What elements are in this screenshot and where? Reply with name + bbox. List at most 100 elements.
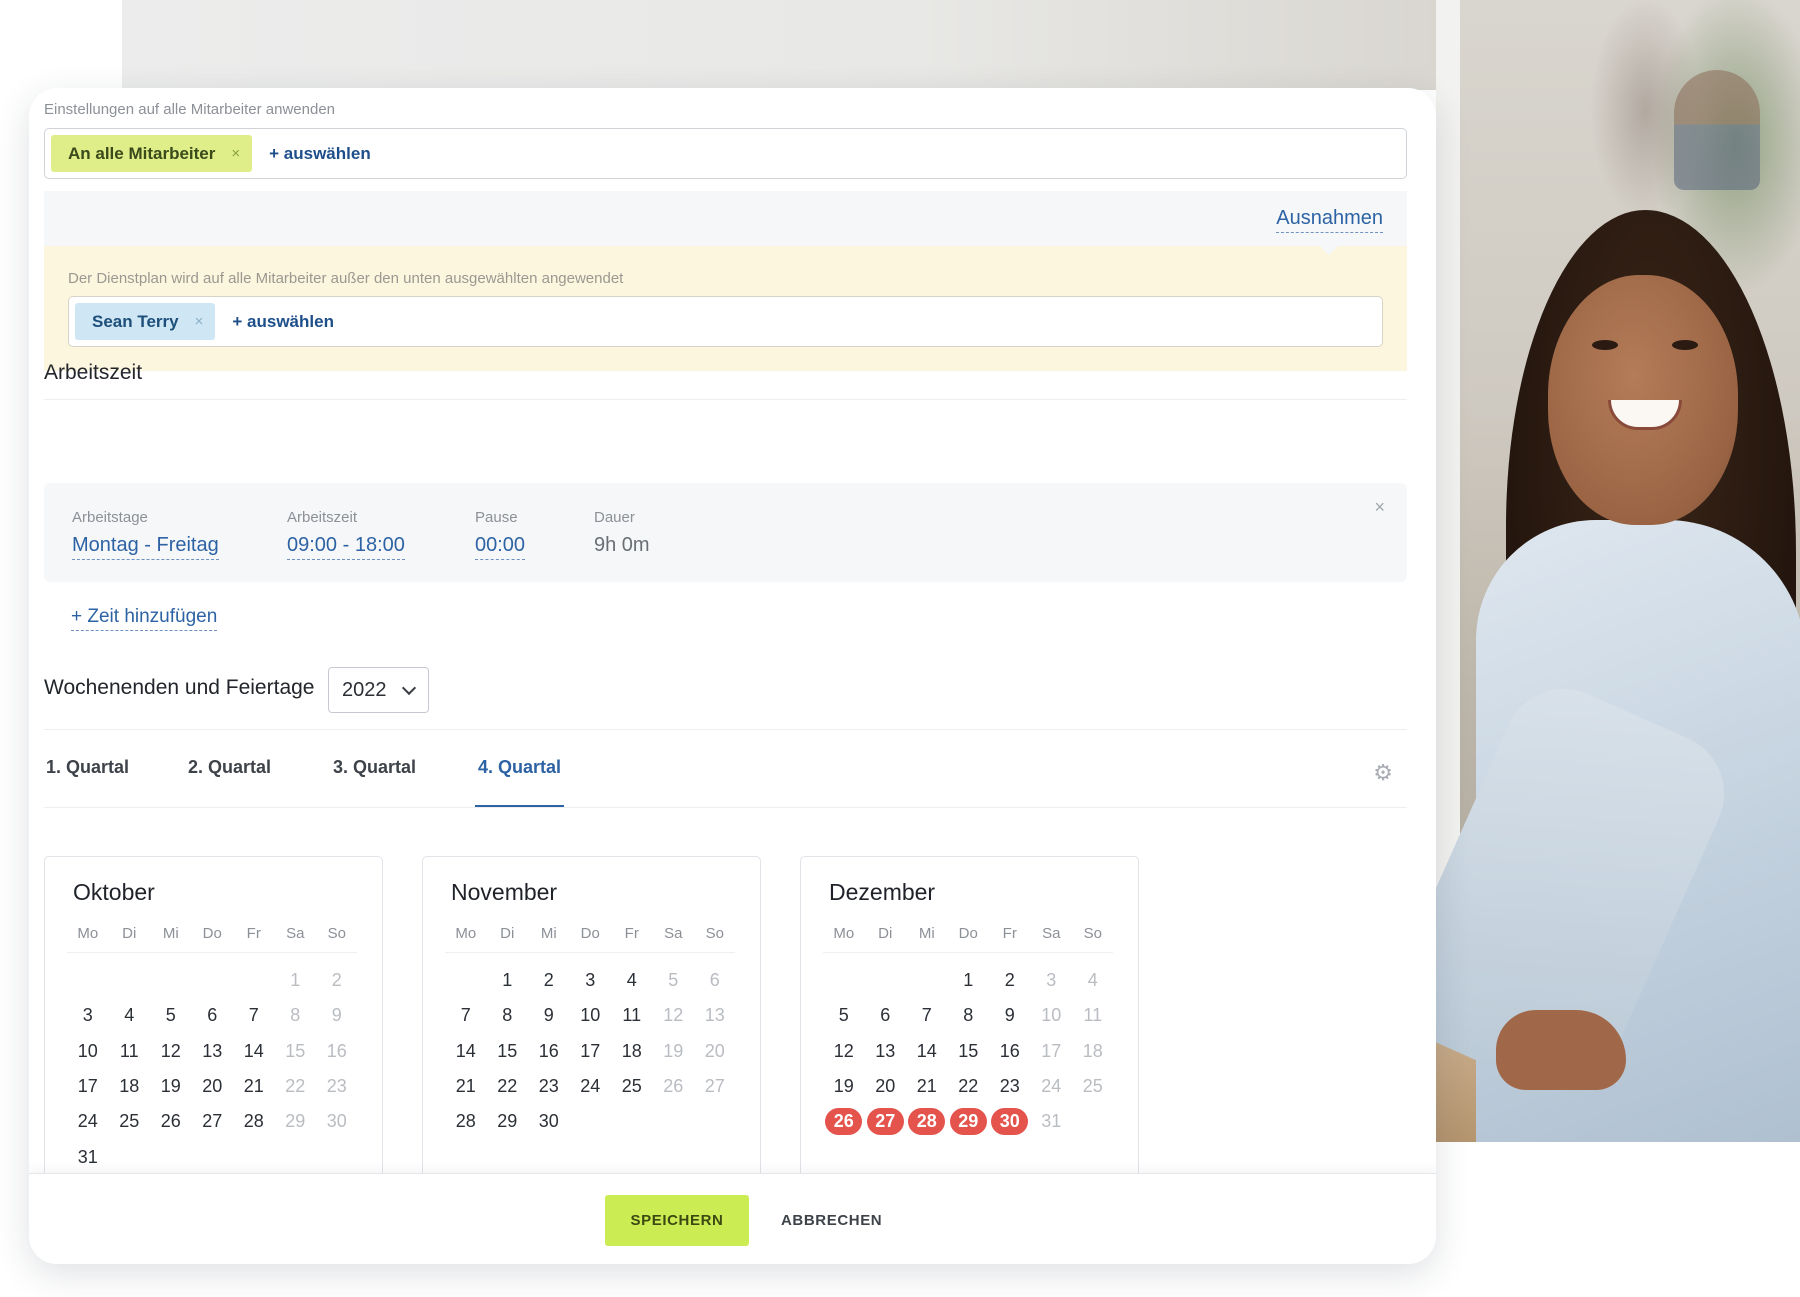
calendar-day[interactable]: 11 [109,1034,151,1069]
calendar-day[interactable]: 23 [989,1069,1031,1104]
holiday-day[interactable]: 29 [948,1104,990,1139]
break-value[interactable]: 00:00 [475,534,526,560]
weekend-day[interactable]: 3 [1031,963,1073,998]
calendar-day[interactable]: 10 [67,1034,109,1069]
weekend-day[interactable]: 4 [1072,963,1114,998]
calendar-day[interactable]: 15 [948,1034,990,1069]
calendar-day[interactable]: 19 [823,1069,865,1104]
workdays-value[interactable]: Montag - Freitag [72,534,219,560]
calendar-day[interactable]: 7 [445,998,487,1033]
calendar-day[interactable]: 21 [445,1069,487,1104]
employee-selector[interactable]: An alle Mitarbeiter × + auswählen [44,128,1407,179]
holiday-day[interactable]: 28 [906,1104,948,1139]
weekend-day[interactable]: 29 [275,1104,317,1139]
calendar-day[interactable]: 12 [823,1034,865,1069]
calendar-day[interactable]: 9 [989,998,1031,1033]
calendar-day[interactable]: 25 [109,1104,151,1139]
weekend-day[interactable]: 15 [275,1034,317,1069]
save-button[interactable]: SPEICHERN [605,1195,749,1246]
exception-employee-selector[interactable]: Sean Terry × + auswählen [68,296,1383,347]
year-select[interactable]: 2022 [328,667,429,713]
weekend-day[interactable]: 13 [694,998,736,1033]
calendar-day[interactable]: 25 [611,1069,653,1104]
calendar-day[interactable]: 6 [192,998,234,1033]
weekend-day[interactable]: 12 [653,998,695,1033]
weekend-day[interactable]: 8 [275,998,317,1033]
calendar-day[interactable]: 11 [611,998,653,1033]
calendar-day[interactable]: 17 [67,1069,109,1104]
calendar-day[interactable]: 22 [487,1069,529,1104]
weekend-day[interactable]: 22 [275,1069,317,1104]
calendar-day[interactable]: 10 [570,998,612,1033]
calendar-day[interactable]: 30 [528,1104,570,1139]
weekend-day[interactable]: 10 [1031,998,1073,1033]
holiday-day[interactable]: 26 [823,1104,865,1139]
weekend-day[interactable]: 23 [316,1069,358,1104]
weekend-day[interactable]: 18 [1072,1034,1114,1069]
calendar-day[interactable]: 17 [570,1034,612,1069]
calendar-day[interactable]: 26 [150,1104,192,1139]
tab-q4[interactable]: 4. Quartal [475,748,565,808]
select-employees-button[interactable]: + auswählen [269,144,371,164]
weekend-day[interactable]: 24 [1031,1069,1073,1104]
calendar-day[interactable]: 14 [906,1034,948,1069]
calendar-day[interactable]: 6 [865,998,907,1033]
calendar-day[interactable]: 20 [192,1069,234,1104]
weekend-day[interactable]: 2 [316,963,358,998]
calendar-day[interactable]: 12 [150,1034,192,1069]
tab-q2[interactable]: 2. Quartal [188,748,271,808]
calendar-day[interactable]: 8 [487,998,529,1033]
weekend-day[interactable]: 9 [316,998,358,1033]
calendar-day[interactable]: 2 [989,963,1031,998]
calendar-day[interactable]: 29 [487,1104,529,1139]
calendar-day[interactable]: 24 [67,1104,109,1139]
calendar-day[interactable]: 16 [989,1034,1031,1069]
weekend-day[interactable]: 27 [694,1069,736,1104]
remove-time-icon[interactable]: × [1374,497,1385,518]
weekend-day[interactable]: 26 [653,1069,695,1104]
calendar-day[interactable]: 3 [570,963,612,998]
calendar-day[interactable]: 23 [528,1069,570,1104]
calendar-day[interactable]: 13 [192,1034,234,1069]
weekend-day[interactable]: 20 [694,1034,736,1069]
tab-q3[interactable]: 3. Quartal [333,748,416,808]
calendar-day[interactable]: 14 [233,1034,275,1069]
calendar-day[interactable]: 27 [192,1104,234,1139]
calendar-day[interactable]: 5 [823,998,865,1033]
calendar-day[interactable]: 18 [109,1069,151,1104]
calendar-day[interactable]: 20 [865,1069,907,1104]
calendar-day[interactable]: 9 [528,998,570,1033]
tab-q1[interactable]: 1. Quartal [46,748,129,808]
calendar-day[interactable]: 28 [233,1104,275,1139]
calendar-day[interactable]: 7 [906,998,948,1033]
calendar-day[interactable]: 3 [67,998,109,1033]
weekend-day[interactable]: 1 [275,963,317,998]
calendar-day[interactable]: 13 [865,1034,907,1069]
calendar-day[interactable]: 21 [233,1069,275,1104]
calendar-day[interactable]: 1 [487,963,529,998]
calendar-day[interactable]: 16 [528,1034,570,1069]
chip-remove-icon[interactable]: × [195,313,204,330]
calendar-day[interactable]: 1 [948,963,990,998]
weekend-day[interactable]: 25 [1072,1069,1114,1104]
weekend-day[interactable]: 31 [1031,1104,1073,1139]
exceptions-link[interactable]: Ausnahmen [1276,207,1383,233]
calendar-day[interactable]: 28 [445,1104,487,1139]
worktime-value[interactable]: 09:00 - 18:00 [287,534,405,560]
calendar-day[interactable]: 2 [528,963,570,998]
calendar-day[interactable]: 19 [150,1069,192,1104]
weekend-day[interactable]: 17 [1031,1034,1073,1069]
calendar-day[interactable]: 7 [233,998,275,1033]
weekend-day[interactable]: 6 [694,963,736,998]
gear-icon[interactable]: ⚙ [1373,760,1393,786]
calendar-day[interactable]: 8 [948,998,990,1033]
calendar-day[interactable]: 4 [109,998,151,1033]
calendar-day[interactable]: 24 [570,1069,612,1104]
cancel-button[interactable]: ABBRECHEN [769,1195,894,1246]
calendar-day[interactable]: 21 [906,1069,948,1104]
weekend-day[interactable]: 30 [316,1104,358,1139]
weekend-day[interactable]: 5 [653,963,695,998]
calendar-day[interactable]: 18 [611,1034,653,1069]
weekend-day[interactable]: 11 [1072,998,1114,1033]
weekend-day[interactable]: 16 [316,1034,358,1069]
